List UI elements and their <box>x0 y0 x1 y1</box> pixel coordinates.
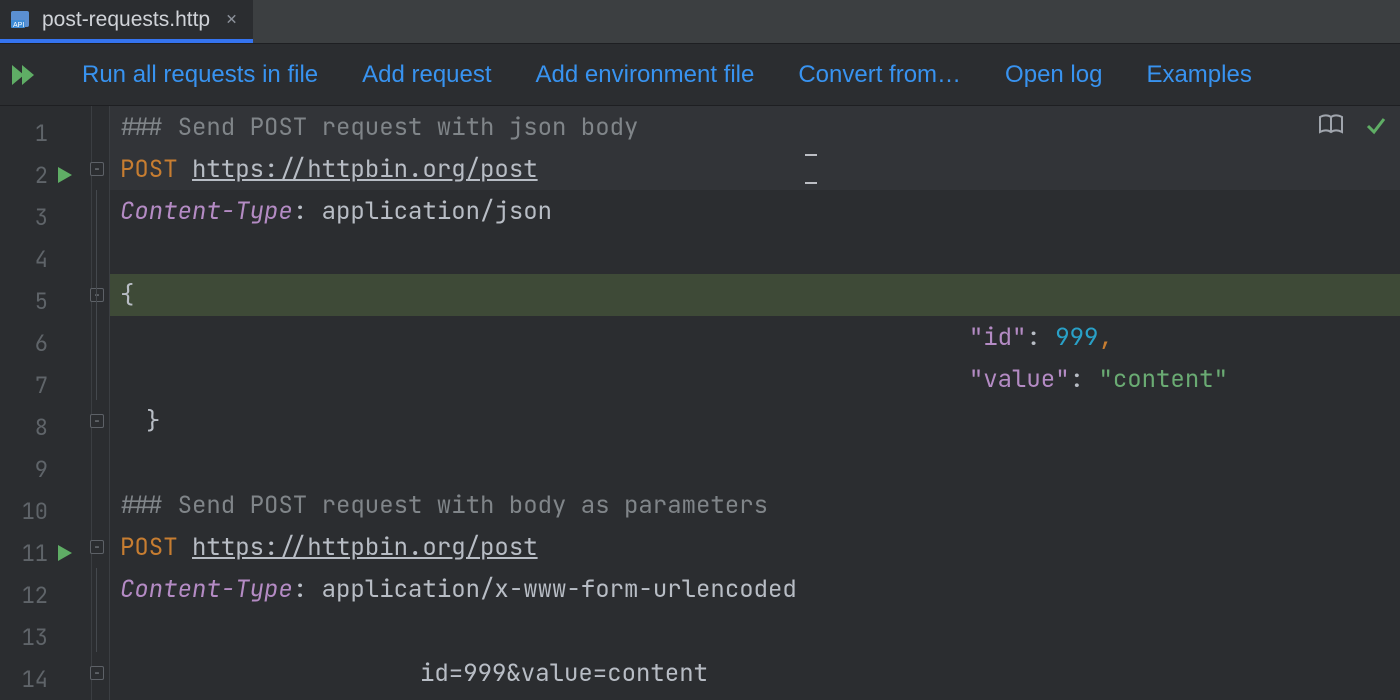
reader-mode-icon[interactable] <box>1318 114 1344 141</box>
comment: ### Send POST request with body as param… <box>120 490 768 521</box>
line-number: 4 <box>0 245 48 274</box>
brace: { <box>120 280 134 311</box>
add-env-link[interactable]: Add environment file <box>536 61 755 89</box>
code-line: Content-Type: application/x-www-form-url… <box>110 568 1400 610</box>
file-tab[interactable]: API post-requests.http ✕ <box>0 0 253 43</box>
code-line <box>110 610 1400 652</box>
fold-line <box>96 568 97 610</box>
tab-bar: API post-requests.http ✕ <box>0 0 1400 44</box>
fold-line <box>96 232 97 274</box>
line-number: 9 <box>0 455 48 484</box>
editor-corner-icons <box>1318 114 1386 141</box>
code-line <box>110 232 1400 274</box>
run-all-link[interactable]: Run all requests in file <box>82 61 318 89</box>
line-number: 13 <box>0 623 48 652</box>
line-number: 10 <box>0 497 48 526</box>
svg-text:API: API <box>13 22 24 29</box>
line-number: 2 <box>0 161 48 190</box>
line-number: 7 <box>0 371 48 400</box>
code-line: "id": 999, <box>110 316 1400 358</box>
gutter: 1 2 3 4 5 6 7 8 9 10 11 12 13 14 <box>0 106 92 700</box>
json-number: 999 <box>1055 322 1098 353</box>
header-name: Content-Type <box>120 196 293 227</box>
line-number: 12 <box>0 581 48 610</box>
text-cursor <box>810 154 812 184</box>
code-line: id=999&value=content <box>110 652 1400 694</box>
fold-icon[interactable] <box>90 162 104 176</box>
fold-line <box>96 190 97 232</box>
comment: ### Send POST request with json body <box>120 112 638 143</box>
url[interactable]: https://httpbin.org/post <box>192 532 538 563</box>
http-method: POST <box>120 532 178 563</box>
inspection-ok-icon[interactable] <box>1366 115 1386 140</box>
code-line: "value": "content" <box>110 358 1400 400</box>
code-area[interactable]: ### Send POST request with json body POS… <box>110 106 1400 700</box>
code-line: { <box>110 274 1400 316</box>
code-line: POST https://httpbin.org/post <box>110 148 1400 190</box>
request-body: id=999&value=content <box>420 658 708 689</box>
json-key: "id" <box>969 322 1027 353</box>
fold-line <box>96 610 97 652</box>
add-request-link[interactable]: Add request <box>362 61 491 89</box>
fold-gutter <box>92 106 110 700</box>
run-all-icon[interactable] <box>12 63 38 87</box>
run-gutter-icon[interactable] <box>58 545 72 561</box>
line-number: 3 <box>0 203 48 232</box>
line-number: 1 <box>0 119 48 148</box>
line-number: 6 <box>0 329 48 358</box>
code-line: ### Send POST request with json body <box>110 106 1400 148</box>
fold-icon[interactable] <box>90 540 104 554</box>
code-line: Content-Type: application/json <box>110 190 1400 232</box>
json-key: "value" <box>969 364 1070 395</box>
line-number: 14 <box>0 665 48 694</box>
line-number: 8 <box>0 413 48 442</box>
code-line: POST https://httpbin.org/post <box>110 526 1400 568</box>
fold-icon[interactable] <box>90 414 104 428</box>
fold-icon[interactable] <box>90 288 104 302</box>
line-number: 11 <box>0 539 48 568</box>
line-number: 5 <box>0 287 48 316</box>
http-method: POST <box>120 154 178 185</box>
json-string: "content" <box>1098 364 1228 395</box>
http-file-icon: API <box>10 9 32 31</box>
run-gutter-icon[interactable] <box>58 167 72 183</box>
fold-line <box>96 358 97 400</box>
convert-link[interactable]: Convert from… <box>798 61 961 89</box>
header-value: application/x-www-form-urlencoded <box>322 574 797 605</box>
brace: } <box>146 406 160 437</box>
code-line: ### Send POST request with body as param… <box>110 484 1400 526</box>
code-line: } <box>110 400 1400 442</box>
http-toolbar: Run all requests in file Add request Add… <box>0 44 1400 106</box>
fold-line <box>96 274 97 316</box>
code-line <box>110 442 1400 484</box>
fold-icon[interactable] <box>90 666 104 680</box>
close-icon[interactable]: ✕ <box>220 8 237 31</box>
header-value: application/json <box>322 196 552 227</box>
header-name: Content-Type <box>120 574 293 605</box>
examples-link[interactable]: Examples <box>1146 61 1251 89</box>
file-tab-label: post-requests.http <box>42 8 210 32</box>
code-editor[interactable]: 1 2 3 4 5 6 7 8 9 10 11 12 13 14 <box>0 106 1400 700</box>
open-log-link[interactable]: Open log <box>1005 61 1102 89</box>
fold-line <box>96 316 97 358</box>
url[interactable]: https://httpbin.org/post <box>192 154 538 185</box>
